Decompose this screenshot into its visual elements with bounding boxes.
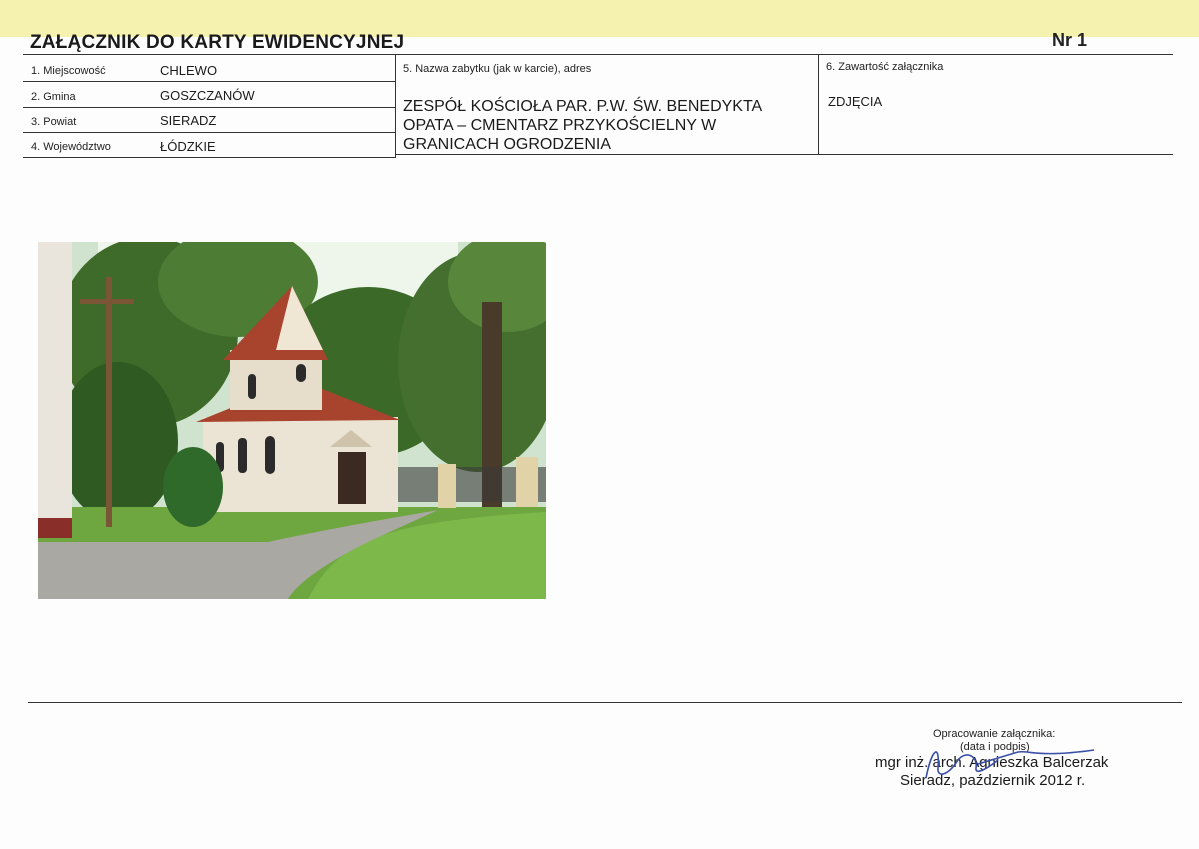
church-photo [38, 242, 546, 599]
column-divider-2 [818, 54, 819, 155]
row-rule-4 [23, 157, 395, 158]
field-value-nazwa-line-3: GRANICACH OGRODZENIA [403, 136, 612, 153]
row-rule-2 [23, 107, 395, 108]
footer-rule [28, 702, 1182, 703]
row-rule-3 [23, 132, 395, 133]
row-rule-1 [23, 81, 395, 82]
document-title: ZAŁĄCZNIK DO KARTY EWIDENCYJNEJ [30, 32, 405, 53]
church-photo-illustration [38, 242, 546, 599]
attachment-number: Nr 1 [1052, 30, 1088, 50]
field-value-zawartosc: ZDJĘCIA [828, 94, 883, 109]
field-label-miejscowosc: 1. Miejscowość [31, 65, 106, 77]
field-label-gmina: 2. Gmina [31, 91, 76, 103]
column-divider-1 [395, 54, 396, 158]
field-value-powiat: SIERADZ [160, 113, 217, 128]
field-value-gmina: GOSZCZANÓW [160, 88, 255, 103]
field-label-wojewodztwo: 4. Województwo [31, 141, 111, 153]
handwritten-signature [925, 749, 1095, 779]
field-label-nazwa: 5. Nazwa zabytku (jak w karcie), adres [403, 63, 592, 75]
field-value-nazwa-line-1: ZESPÓŁ KOŚCIOŁA PAR. P.W. ŚW. BENEDYKTA [403, 98, 763, 115]
field-label-zawartosc: 6. Zawartość załącznika [826, 61, 944, 73]
field-label-powiat: 3. Powiat [31, 116, 77, 128]
field-value-nazwa-line-2: OPATA – CMENTARZ PRZYKOŚCIELNY W [403, 117, 717, 134]
field-value-miejscowosc: CHLEWO [160, 63, 218, 78]
table-top-rule [23, 54, 1173, 55]
field-value-wojewodztwo: ŁÓDZKIE [160, 139, 216, 154]
